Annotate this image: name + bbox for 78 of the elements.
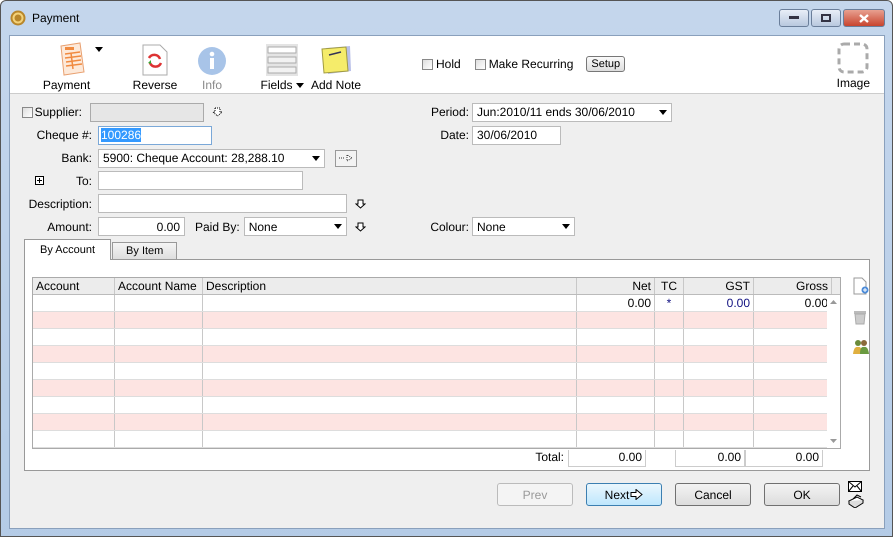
- checkbox[interactable]: Make Recurring: [474, 57, 574, 71]
- toolbar-button[interactable]: Reverse: [125, 40, 185, 92]
- column-header[interactable]: Net: [577, 278, 655, 294]
- refresh-document-icon: [142, 44, 168, 76]
- expand-icon[interactable]: [35, 176, 44, 186]
- table-cell: *: [655, 295, 684, 311]
- setup-button[interactable]: Setup: [586, 56, 626, 72]
- down-arrow-icon[interactable]: [212, 107, 223, 118]
- column-header[interactable]: Account: [33, 278, 115, 294]
- scroll-up-icon[interactable]: [830, 300, 837, 304]
- close-icon: [859, 14, 869, 22]
- to-field[interactable]: [98, 171, 303, 190]
- field-label: Paid By:: [195, 220, 240, 234]
- column-header[interactable]: TC: [655, 278, 684, 294]
- field-label: Description:: [28, 196, 93, 211]
- checkbox[interactable]: Hold: [422, 57, 461, 71]
- people-icon[interactable]: [853, 339, 869, 355]
- total-gross: 0.00: [745, 450, 823, 467]
- down-arrow-icon[interactable]: [355, 198, 366, 209]
- image-button[interactable]: Image: [836, 42, 870, 90]
- printer-icon[interactable]: [848, 494, 864, 508]
- supplier-checkbox[interactable]: [22, 106, 33, 118]
- field-label: Date:: [439, 128, 470, 142]
- coin-icon: [10, 10, 26, 26]
- total-label: Total:: [534, 450, 565, 466]
- dropdown-arrow-icon: [312, 156, 320, 161]
- minimize-button[interactable]: [779, 9, 809, 27]
- dropdown-arrow-icon: [334, 224, 342, 230]
- toolbar-button[interactable]: Payment: [42, 40, 102, 92]
- period-dropdown[interactable]: Jun:2010/11 ends 30/06/2010: [472, 102, 672, 122]
- field-label: Bank:: [60, 151, 93, 166]
- tab[interactable]: By Item: [112, 242, 178, 259]
- scroll-down-icon[interactable]: [830, 439, 837, 443]
- dropdown-arrow-icon: [659, 110, 667, 115]
- column-header[interactable]: Description: [203, 278, 577, 294]
- total-gst: 0.00: [675, 450, 745, 467]
- dropdown-arrow-icon: [562, 224, 570, 230]
- tab[interactable]: By Account: [24, 239, 112, 260]
- field-label: To:: [74, 174, 93, 188]
- window-title: Payment: [32, 11, 80, 25]
- column-header[interactable]: Account Name: [115, 278, 203, 294]
- field-label: Period:: [430, 105, 470, 120]
- dialog-button[interactable]: Next: [586, 483, 662, 506]
- envelope-icon[interactable]: [848, 481, 862, 492]
- info-icon: [197, 46, 227, 76]
- field-label: Colour:: [429, 220, 470, 234]
- description-field[interactable]: [98, 194, 347, 214]
- dropdown-arrow-icon: [296, 82, 304, 88]
- total-net: 0.00: [568, 450, 646, 467]
- field-label: Amount:: [46, 220, 93, 234]
- form-icon: [58, 42, 86, 76]
- sticky-note-icon: [320, 44, 352, 76]
- table-cell: 0.00: [577, 295, 655, 311]
- arrow-icon: [338, 153, 354, 164]
- close-button[interactable]: [843, 9, 885, 27]
- date-field[interactable]: 30/06/2010: [472, 126, 561, 145]
- dialog-button[interactable]: Cancel: [675, 483, 751, 506]
- minimize-icon: [789, 16, 799, 20]
- field-label: Cheque #:: [36, 128, 93, 142]
- amount-field[interactable]: 0.00: [98, 217, 185, 236]
- maximize-button[interactable]: [811, 9, 841, 27]
- table-cell: 0.00: [684, 295, 754, 311]
- bank-dropdown[interactable]: 5900: Cheque Account: 28,288.10: [98, 148, 325, 168]
- fields-icon: [266, 44, 298, 76]
- scrollbar[interactable]: [827, 295, 840, 448]
- field-label: Supplier:: [34, 105, 82, 120]
- column-header[interactable]: GST: [684, 278, 754, 294]
- dropdown-arrow-icon: [95, 46, 104, 52]
- right-arrow-icon: [630, 489, 644, 500]
- arrow-button[interactable]: [335, 150, 357, 167]
- dialog-button[interactable]: OK: [764, 483, 840, 506]
- maximize-icon: [821, 14, 831, 22]
- column-header[interactable]: Gross: [754, 278, 832, 294]
- colour-dropdown[interactable]: None: [472, 217, 575, 236]
- down-arrow-icon[interactable]: [354, 222, 366, 232]
- add-document-icon[interactable]: [853, 277, 869, 295]
- image-placeholder-icon: [837, 42, 870, 74]
- paid-by-dropdown[interactable]: None: [244, 217, 347, 236]
